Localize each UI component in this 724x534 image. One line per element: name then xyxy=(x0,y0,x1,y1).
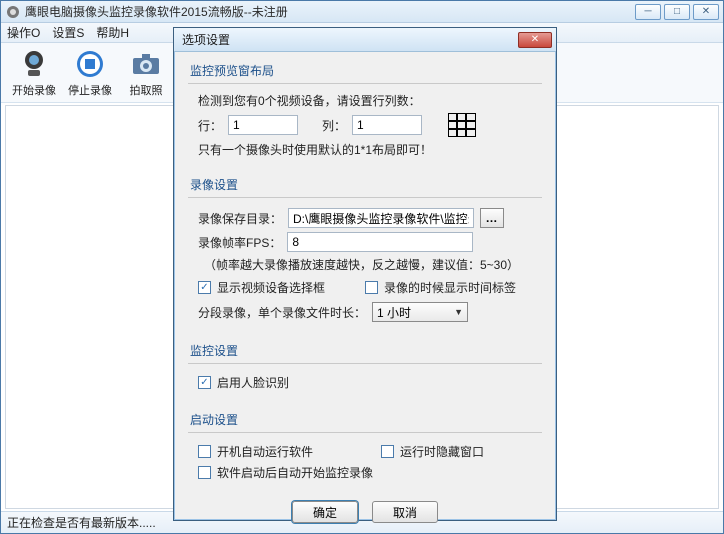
checkbox-face-recognition[interactable] xyxy=(198,376,211,389)
close-icon: ✕ xyxy=(531,34,539,45)
startup-legend: 启动设置 xyxy=(190,411,542,428)
window-buttons: ─ □ ✕ xyxy=(635,4,719,20)
checkbox-hide-window[interactable] xyxy=(381,445,394,458)
stop-icon xyxy=(74,48,106,80)
browse-button[interactable]: … xyxy=(480,208,504,228)
monitor-legend: 监控设置 xyxy=(190,342,542,359)
save-dir-input[interactable] xyxy=(288,208,474,228)
segment-label: 分段录像，单个录像文件时长： xyxy=(198,304,366,321)
menu-operate[interactable]: 操作O xyxy=(7,24,40,41)
close-button[interactable]: ✕ xyxy=(693,4,719,20)
cols-input[interactable] xyxy=(352,115,422,135)
checkbox-auto-record[interactable] xyxy=(198,466,211,479)
dialog-button-row: 确定 取消 xyxy=(188,501,542,523)
checkbox-autorun[interactable] xyxy=(198,445,211,458)
fps-input[interactable] xyxy=(287,232,473,252)
menu-help[interactable]: 帮助H xyxy=(96,24,129,41)
main-title: 鹰眼电脑摄像头监控录像软件2015流畅版--未注册 xyxy=(25,3,635,20)
segment-duration-select[interactable]: 1 小时 ▼ xyxy=(372,302,468,322)
dialog-body: 监控预览窗布局 检测到您有0个视频设备，请设置行列数： 行： 列： xyxy=(174,52,556,529)
cb-face-label: 启用人脸识别 xyxy=(217,374,289,391)
preview-detect-text: 检测到您有0个视频设备，请设置行列数： xyxy=(198,92,538,109)
tool-stop-record[interactable]: 停止录像 xyxy=(65,48,115,98)
cb-autorun-label: 开机自动运行软件 xyxy=(217,443,313,460)
ok-button[interactable]: 确定 xyxy=(292,501,358,523)
maximize-button[interactable]: □ xyxy=(664,4,690,20)
camera-icon xyxy=(130,48,162,80)
menu-settings[interactable]: 设置S xyxy=(52,24,84,41)
dialog-titlebar: 选项设置 ✕ xyxy=(174,28,556,52)
main-window: 鹰眼电脑摄像头监控录像软件2015流畅版--未注册 ─ □ ✕ 操作O 设置S … xyxy=(0,0,724,534)
main-titlebar: 鹰眼电脑摄像头监控录像软件2015流畅版--未注册 ─ □ ✕ xyxy=(1,1,723,23)
cb-timelabel-label: 录像的时候显示时间标签 xyxy=(384,279,516,296)
group-preview: 监控预览窗布局 检测到您有0个视频设备，请设置行列数： 行： 列： xyxy=(188,62,542,168)
grid-icon xyxy=(448,113,476,137)
preview-legend: 监控预览窗布局 xyxy=(190,62,542,79)
cb-autorecord-label: 软件启动后自动开始监控录像 xyxy=(217,464,373,481)
fps-note: （帧率越大录像播放速度越快，反之越慢，建议值：5~30） xyxy=(204,256,538,273)
chevron-down-icon: ▼ xyxy=(454,307,463,317)
webcam-icon xyxy=(18,48,50,80)
tool-start-record[interactable]: 开始录像 xyxy=(9,48,59,98)
dialog-close-button[interactable]: ✕ xyxy=(518,32,552,48)
tool-stop-label: 停止录像 xyxy=(68,82,112,98)
minimize-button[interactable]: ─ xyxy=(635,4,661,20)
rows-input[interactable] xyxy=(228,115,298,135)
row-label: 行： xyxy=(198,117,222,134)
options-dialog: 选项设置 ✕ 监控预览窗布局 检测到您有0个视频设备，请设置行列数： 行： 列： xyxy=(173,27,557,521)
cb-devsel-label: 显示视频设备选择框 xyxy=(217,279,325,296)
tool-take-photo[interactable]: 拍取照 xyxy=(121,48,171,98)
fps-label: 录像帧率FPS： xyxy=(198,234,281,251)
record-legend: 录像设置 xyxy=(190,176,542,193)
group-monitor: 监控设置 启用人脸识别 xyxy=(188,342,542,403)
app-icon xyxy=(5,4,21,20)
tool-start-label: 开始录像 xyxy=(12,82,56,98)
dialog-title: 选项设置 xyxy=(178,31,518,48)
col-label: 列： xyxy=(322,117,346,134)
status-text: 正在检查是否有最新版本..... xyxy=(7,514,156,531)
dir-label: 录像保存目录： xyxy=(198,210,282,227)
checkbox-show-time-label[interactable] xyxy=(365,281,378,294)
ellipsis-icon: … xyxy=(486,211,499,225)
group-record: 录像设置 录像保存目录： … 录像帧率FPS： （帧率越大录像播放速度越快，反之… xyxy=(188,176,542,334)
cancel-button[interactable]: 取消 xyxy=(372,501,438,523)
preview-footnote: 只有一个摄像头时使用默认的1*1布局即可！ xyxy=(198,141,538,158)
checkbox-show-device-select[interactable] xyxy=(198,281,211,294)
segment-value: 1 小时 xyxy=(377,304,411,321)
cb-hide-label: 运行时隐藏窗口 xyxy=(400,443,484,460)
tool-shot-label: 拍取照 xyxy=(130,82,163,98)
group-startup: 启动设置 开机自动运行软件 运行时隐藏窗口 软件启动后自动开始监控录像 xyxy=(188,411,542,493)
